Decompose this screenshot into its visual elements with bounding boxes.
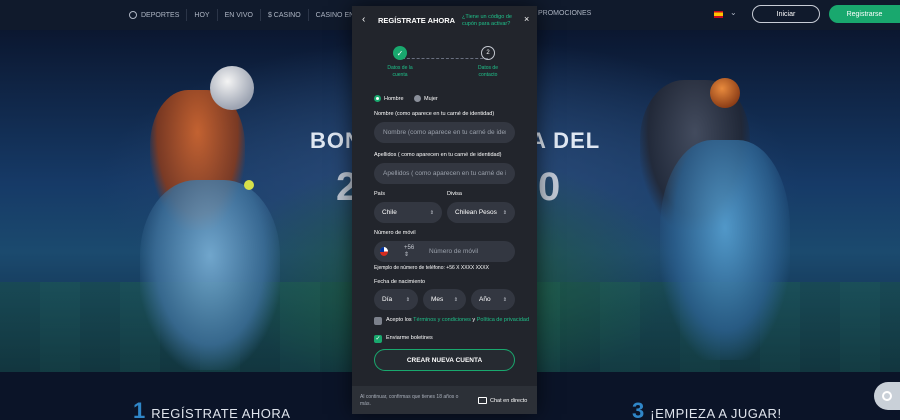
- modal-footer: Al continuar, confirmas que tienes 18 añ…: [352, 386, 537, 414]
- chevron-updown-icon: ⇕: [429, 209, 434, 216]
- chat-widget-button[interactable]: [874, 382, 900, 410]
- chevron-updown-icon: ⇕: [453, 296, 458, 303]
- age-confirmation-text: Al continuar, confirmas que tienes 18 añ…: [360, 394, 459, 407]
- chevron-updown-icon: ⇕: [502, 296, 507, 303]
- chevron-updown-icon: ⇕: [405, 296, 410, 303]
- close-icon[interactable]: ×: [524, 14, 529, 24]
- phone-input[interactable]: [429, 248, 509, 255]
- tennis-ball-image: [244, 180, 254, 190]
- language-flag-icon[interactable]: [714, 11, 723, 18]
- hero-number-right: 0: [538, 165, 561, 209]
- step-2-label: Datos de contacto: [477, 65, 498, 78]
- coupon-code-link[interactable]: ¿Tiene un código de cupón para activar?: [462, 14, 524, 28]
- register-button[interactable]: Registrarse: [829, 5, 900, 23]
- chat-bubble-icon: [882, 391, 892, 401]
- phone-country-code[interactable]: +56 ⇕: [404, 245, 419, 258]
- gender-male-radio[interactable]: Hombre: [374, 95, 404, 102]
- currency-label: Divisa: [447, 191, 462, 197]
- terms-checkbox[interactable]: Acepto los Términos y condiciones y Polí…: [374, 317, 529, 325]
- newsletter-checkbox[interactable]: ✓ Enviarme boletines: [374, 335, 433, 343]
- gender-female-radio[interactable]: Mujer: [414, 95, 438, 102]
- checkbox-checked-icon[interactable]: ✓: [374, 335, 382, 343]
- checkbox-unchecked-icon[interactable]: [374, 317, 382, 325]
- privacy-link[interactable]: Política de privacidad: [477, 317, 529, 323]
- surname-input[interactable]: [374, 163, 515, 184]
- country-label: País: [374, 191, 386, 197]
- birth-year-select[interactable]: Año ⇕: [471, 289, 515, 310]
- name-label: Nombre (como aparece en tu carné de iden…: [374, 111, 495, 117]
- nav-hoy[interactable]: HOY: [186, 9, 216, 21]
- login-button[interactable]: Iniciar: [752, 5, 820, 23]
- sports-icon: [129, 11, 137, 19]
- birth-month-select[interactable]: Mes ⇕: [423, 289, 466, 310]
- surname-label: Apellidos ( como aparecen en tu carné de…: [374, 152, 502, 158]
- back-arrow-icon[interactable]: ‹: [362, 14, 365, 25]
- step-3: 3 ¡EMPIEZA A JUGAR!: [632, 398, 782, 420]
- chile-flag-icon: [380, 247, 388, 256]
- phone-hint: Ejemplo de número de teléfono: +56 X XXX…: [374, 265, 489, 271]
- nav-promociones[interactable]: PROMOCIONES: [538, 10, 591, 17]
- radio-unselected-icon: [414, 95, 421, 102]
- step-1-label: Datos de la cuenta: [387, 65, 413, 78]
- birth-day-select[interactable]: Día ⇕: [374, 289, 418, 310]
- country-select[interactable]: Chile ⇕: [374, 202, 442, 223]
- create-account-button[interactable]: CREAR NUEVA CUENTA: [374, 349, 515, 371]
- radio-selected-icon: [374, 95, 381, 102]
- chevron-down-icon[interactable]: ⌄: [730, 8, 737, 17]
- birthdate-label: Fecha de nacimiento: [374, 279, 426, 285]
- basketball-image: [710, 78, 740, 108]
- currency-select[interactable]: Chilean Pesos ⇕: [447, 202, 515, 223]
- football-player-image: [660, 140, 790, 360]
- step-1: 1 REGÍSTRATE AHORA: [133, 398, 291, 420]
- phone-field[interactable]: +56 ⇕: [374, 241, 515, 262]
- chevron-updown-icon: ⇕: [502, 209, 507, 216]
- chat-icon: [478, 397, 487, 404]
- soccer-ball-image: [210, 66, 254, 110]
- hero-title-right: A DEL: [530, 128, 601, 153]
- check-icon: ✓: [393, 46, 407, 60]
- phone-label: Número de móvil: [374, 230, 416, 236]
- nav-casino[interactable]: $ CASINO: [259, 9, 308, 21]
- name-input[interactable]: [374, 122, 515, 143]
- step-2-indicator: 2: [481, 46, 495, 60]
- modal-title: REGÍSTRATE AHORA: [378, 16, 456, 25]
- live-chat-button[interactable]: Chat en directo: [478, 397, 527, 404]
- terms-link[interactable]: Términos y condiciones: [413, 317, 471, 323]
- tennis-player-image: [140, 180, 280, 370]
- modal-header: ‹ REGÍSTRATE AHORA ¿Tiene un código de c…: [352, 6, 537, 36]
- stepper-line: [402, 58, 488, 59]
- nav-deportes[interactable]: DEPORTES: [122, 9, 186, 21]
- nav-en-vivo[interactable]: EN VIVO: [216, 9, 260, 21]
- registration-modal: ‹ REGÍSTRATE AHORA ¿Tiene un código de c…: [352, 6, 537, 414]
